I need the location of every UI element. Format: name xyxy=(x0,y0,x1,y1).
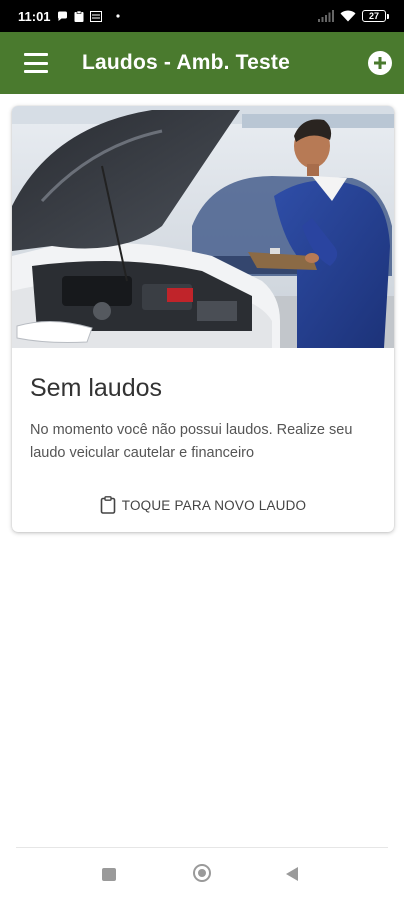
card-body-text: No momento você não possui laudos. Reali… xyxy=(30,422,353,461)
battery-level: 27 xyxy=(368,11,379,21)
system-nav-bar xyxy=(0,848,404,900)
chat-bubble-icon xyxy=(57,11,67,21)
status-time: 11:01 xyxy=(18,8,51,24)
clipboard-icon xyxy=(74,10,84,22)
empty-state-card: Sem laudos No momento você não possui la… xyxy=(12,106,394,532)
battery-icon: 27 xyxy=(362,10,389,22)
card-title: Sem laudos xyxy=(30,374,163,402)
page-title: Laudos - Amb. Teste xyxy=(82,51,290,74)
status-left: 11:01 xyxy=(18,9,122,24)
home-icon[interactable] xyxy=(193,864,211,882)
hamburger-menu-icon[interactable] xyxy=(24,53,48,73)
new-report-button[interactable]: TOQUE PARA NOVO LAUDO xyxy=(12,496,394,514)
new-report-label: TOQUE PARA NOVO LAUDO xyxy=(121,497,307,513)
status-right: 27 xyxy=(318,10,389,22)
sim-icon xyxy=(89,10,102,22)
add-circle-icon[interactable] xyxy=(368,51,392,75)
recent-apps-icon[interactable] xyxy=(102,868,116,881)
app-bar: Laudos - Amb. Teste xyxy=(0,32,404,94)
wifi-icon xyxy=(340,10,356,22)
mechanic-car-image xyxy=(12,106,394,348)
dot-icon xyxy=(115,14,120,18)
status-bar: 11:01 27 xyxy=(0,0,404,32)
signal-icon xyxy=(318,10,334,22)
back-icon[interactable] xyxy=(286,867,298,881)
clipboard-icon xyxy=(100,496,116,514)
